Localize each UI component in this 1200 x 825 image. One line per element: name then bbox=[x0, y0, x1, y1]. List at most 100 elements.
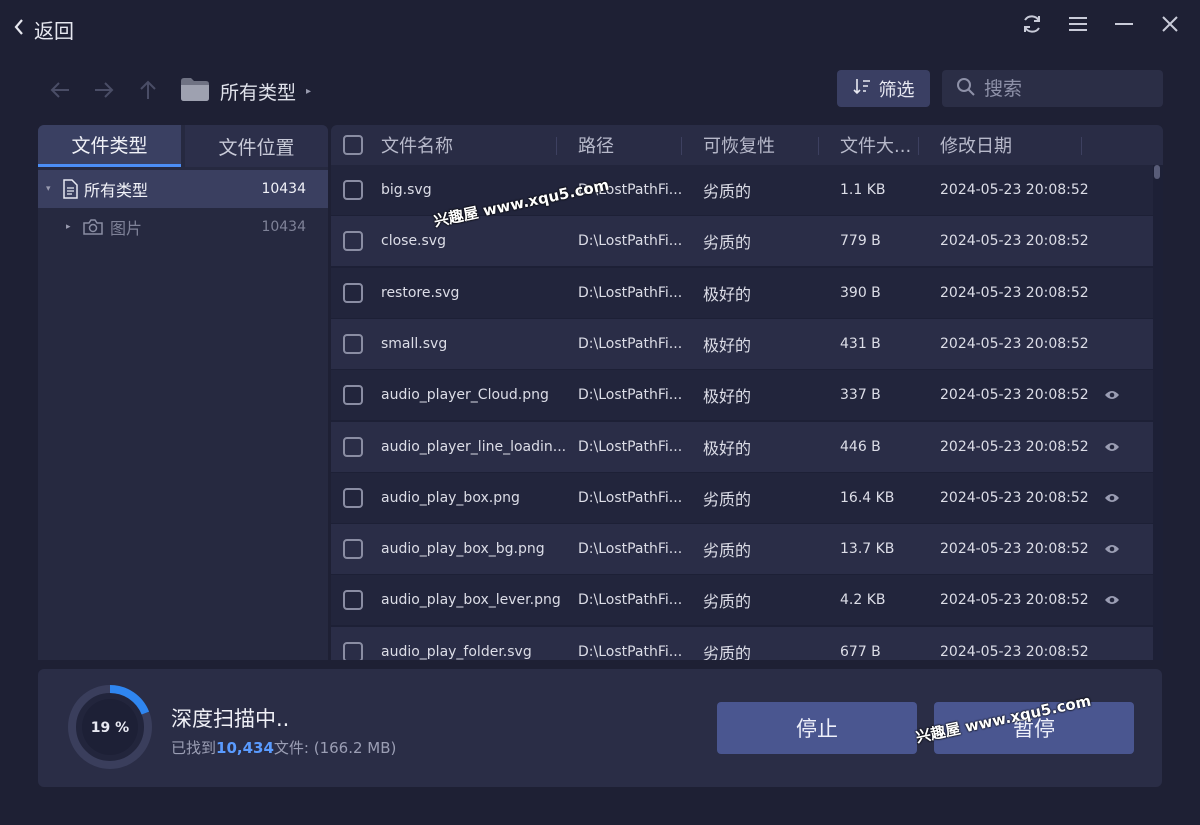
file-size: 16.4 KB bbox=[840, 489, 895, 506]
caret-down-icon[interactable]: ▾ bbox=[46, 184, 62, 194]
refresh-icon[interactable] bbox=[1020, 12, 1044, 36]
breadcrumb[interactable]: 所有类型 ▸ bbox=[180, 76, 311, 106]
file-size: 446 B bbox=[840, 438, 881, 455]
search-icon bbox=[956, 77, 976, 101]
scan-found-text: 已找到10,434文件: (166.2 MB) bbox=[171, 739, 397, 757]
file-name: audio_play_box_bg.png bbox=[381, 541, 545, 558]
row-checkbox[interactable] bbox=[343, 231, 363, 252]
file-path: D:\LostPathFi... bbox=[578, 438, 683, 455]
file-recoverability: 极好的 bbox=[703, 438, 752, 458]
file-path: D:\LostPathFi... bbox=[578, 387, 683, 404]
tree-item-all-types[interactable]: ▾ 所有类型 10434 bbox=[38, 170, 328, 208]
file-date: 2024-05-23 20:08:52 bbox=[940, 643, 1089, 660]
tree-item-label: 所有类型 bbox=[84, 181, 149, 200]
eye-icon[interactable] bbox=[1104, 524, 1120, 574]
row-checkbox[interactable] bbox=[343, 180, 363, 200]
table-row[interactable]: audio_play_box_lever.png D:\LostPathFi...… bbox=[331, 575, 1153, 626]
arrow-forward-icon[interactable] bbox=[92, 76, 116, 104]
file-name: restore.svg bbox=[381, 284, 460, 301]
breadcrumb-label: 所有类型 bbox=[220, 81, 297, 104]
row-checkbox[interactable] bbox=[343, 282, 363, 303]
eye-icon[interactable] bbox=[1104, 575, 1120, 625]
file-path: D:\LostPathFi... bbox=[578, 233, 683, 250]
row-checkbox[interactable] bbox=[343, 641, 363, 660]
file-path: D:\LostPathFi... bbox=[578, 592, 683, 609]
scrollbar-thumb[interactable] bbox=[1154, 165, 1160, 179]
file-path: D:\LostPathFi... bbox=[578, 489, 683, 506]
row-checkbox[interactable] bbox=[343, 436, 363, 457]
table-row[interactable]: audio_play_folder.svg D:\LostPathFi... 劣质的… bbox=[331, 626, 1153, 660]
file-path: D:\LostPathFi... bbox=[578, 541, 683, 558]
tab-file-location[interactable]: 文件位置 bbox=[185, 125, 328, 167]
file-size: 337 B bbox=[840, 387, 881, 404]
arrow-up-icon[interactable] bbox=[136, 76, 160, 104]
search-input[interactable] bbox=[984, 77, 1154, 100]
eye-icon[interactable] bbox=[1104, 473, 1120, 523]
eye-icon[interactable] bbox=[1104, 422, 1120, 472]
camera-icon bbox=[82, 218, 104, 236]
found-count: 10,434 bbox=[216, 739, 274, 757]
chevron-left-icon bbox=[12, 17, 26, 41]
filter-button[interactable]: 筛选 bbox=[837, 70, 930, 107]
file-name: audio_play_folder.svg bbox=[381, 643, 532, 660]
eye-icon[interactable] bbox=[1104, 370, 1120, 420]
table-row[interactable]: small.svg D:\LostPathFi... 极好的 431 B 2024-05… bbox=[331, 318, 1153, 369]
folder-icon bbox=[180, 76, 210, 106]
search-box[interactable] bbox=[942, 70, 1163, 107]
tab-file-type[interactable]: 文件类型 bbox=[38, 125, 181, 167]
minimize-icon[interactable] bbox=[1112, 12, 1136, 36]
file-size: 779 B bbox=[840, 233, 881, 250]
file-recoverability: 劣质的 bbox=[703, 489, 752, 509]
file-date: 2024-05-23 20:08:52 bbox=[940, 592, 1089, 609]
column-header-path[interactable]: 路径 bbox=[578, 125, 614, 165]
tree-item-count: 10434 bbox=[261, 181, 306, 197]
table-row[interactable]: audio_play_box.png D:\LostPathFi... 劣质的 16.… bbox=[331, 472, 1153, 523]
file-name: audio_play_box.png bbox=[381, 489, 520, 506]
table-row[interactable]: audio_player_line_loadin... D:\LostPathFi… bbox=[331, 421, 1153, 472]
file-date: 2024-05-23 20:08:52 bbox=[940, 489, 1089, 506]
filter-label: 筛选 bbox=[878, 79, 915, 101]
file-recoverability: 劣质的 bbox=[703, 541, 752, 561]
file-recoverability: 极好的 bbox=[703, 387, 752, 407]
file-path: D:\LostPathFi... bbox=[578, 335, 683, 352]
scrollbar[interactable] bbox=[1153, 165, 1161, 660]
arrow-back-icon[interactable] bbox=[48, 76, 72, 104]
file-date: 2024-05-23 20:08:52 bbox=[940, 284, 1089, 301]
row-checkbox[interactable] bbox=[343, 385, 363, 406]
caret-right-icon: ▸ bbox=[306, 85, 312, 97]
file-path: D:\LostPathFi... bbox=[578, 643, 683, 660]
table-row[interactable]: audio_play_box_bg.png D:\LostPathFi... 劣质的… bbox=[331, 524, 1153, 575]
row-checkbox[interactable] bbox=[343, 487, 363, 508]
tree-item-images[interactable]: ▸ 图片 10434 bbox=[38, 208, 328, 246]
close-icon[interactable] bbox=[1158, 12, 1182, 36]
menu-icon[interactable] bbox=[1066, 12, 1090, 36]
table-header: 文件名称 路径 可恢复性 文件大... 修改日期 bbox=[331, 125, 1163, 165]
column-header-date[interactable]: 修改日期 bbox=[940, 125, 1012, 165]
table-row[interactable]: audio_player_Cloud.png D:\LostPathFi... 极好… bbox=[331, 370, 1153, 421]
file-recoverability: 劣质的 bbox=[703, 592, 752, 612]
progress-label: 19 % bbox=[91, 720, 129, 736]
file-recoverability: 劣质的 bbox=[703, 182, 752, 201]
file-date: 2024-05-23 20:08:52 bbox=[940, 387, 1089, 404]
column-header-size[interactable]: 文件大... bbox=[840, 125, 911, 165]
file-size: 1.1 KB bbox=[840, 182, 886, 198]
column-header-recoverability[interactable]: 可恢复性 bbox=[703, 125, 775, 165]
file-path: D:\LostPathFi... bbox=[578, 284, 683, 301]
file-recoverability: 劣质的 bbox=[703, 233, 752, 253]
file-recoverability: 劣质的 bbox=[703, 643, 752, 660]
file-date: 2024-05-23 20:08:52 bbox=[940, 233, 1089, 250]
scan-title: 深度扫描中.. bbox=[171, 707, 290, 731]
caret-right-icon[interactable]: ▸ bbox=[66, 222, 82, 232]
stop-button[interactable]: 停止 bbox=[717, 702, 917, 754]
table-row[interactable]: restore.svg D:\LostPathFi... 极好的 390 B 2024-… bbox=[331, 267, 1153, 318]
column-header-name[interactable]: 文件名称 bbox=[381, 125, 453, 165]
back-button[interactable]: 返回 bbox=[12, 14, 74, 44]
row-checkbox[interactable] bbox=[343, 539, 363, 560]
select-all-checkbox[interactable] bbox=[343, 135, 363, 155]
file-size: 677 B bbox=[840, 643, 881, 660]
file-name: audio_player_line_loadin... bbox=[381, 438, 567, 455]
row-checkbox[interactable] bbox=[343, 333, 363, 354]
progress-ring: 19 % bbox=[68, 685, 152, 769]
file-recoverability: 极好的 bbox=[703, 284, 752, 304]
row-checkbox[interactable] bbox=[343, 590, 363, 611]
